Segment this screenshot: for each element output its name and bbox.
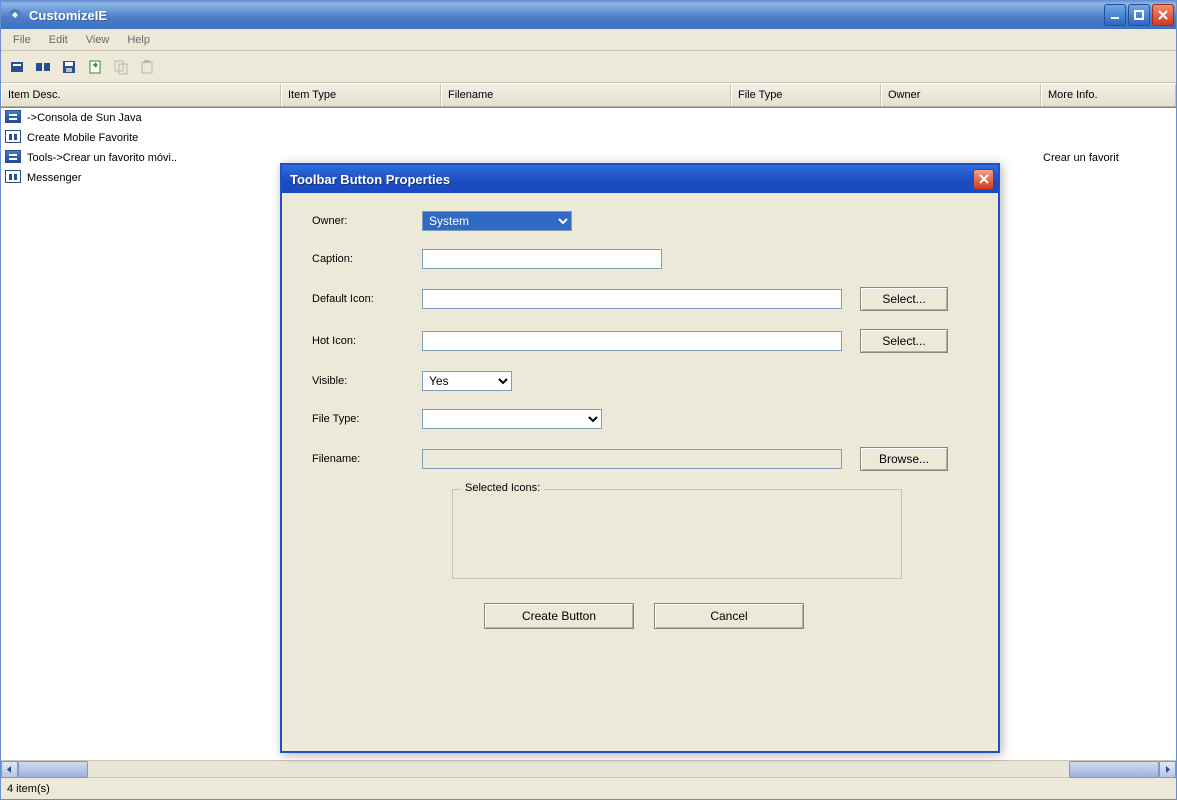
list-row[interactable]: ->Consola de Sun Java: [1, 108, 1176, 128]
hot-icon-label: Hot Icon:: [312, 335, 422, 347]
filename-label: Filename:: [312, 453, 422, 465]
copy-icon[interactable]: [111, 57, 131, 77]
item-icon: [5, 110, 21, 126]
item-desc: ->Consola de Sun Java: [25, 112, 281, 124]
dialog-title: Toolbar Button Properties: [290, 172, 973, 187]
scroll-thumb[interactable]: [1069, 761, 1159, 778]
item-desc: Messenger: [25, 172, 281, 184]
hot-icon-select-button[interactable]: Select...: [860, 329, 948, 353]
scroll-right-button[interactable]: [1159, 761, 1176, 778]
list-row[interactable]: Create Mobile Favorite: [1, 128, 1176, 148]
col-owner[interactable]: Owner: [881, 84, 1041, 106]
item-desc: Tools->Crear un favorito móvi..: [25, 152, 281, 164]
col-item-type[interactable]: Item Type: [281, 84, 441, 106]
window-title: CustomizeIE: [29, 8, 1104, 23]
col-file-type[interactable]: File Type: [731, 84, 881, 106]
titlebar: CustomizeIE: [1, 1, 1176, 29]
file-type-select[interactable]: [422, 409, 602, 429]
selected-icons-label: Selected Icons:: [461, 482, 544, 494]
h-scrollbar[interactable]: [1, 760, 1176, 777]
default-icon-select-button[interactable]: Select...: [860, 287, 948, 311]
col-item-desc[interactable]: Item Desc.: [1, 84, 281, 106]
item-icon: [5, 130, 21, 146]
item-icon: [5, 150, 21, 166]
col-more-info[interactable]: More Info.: [1041, 84, 1176, 106]
refresh-icon[interactable]: [85, 57, 105, 77]
file-type-label: File Type:: [312, 413, 422, 425]
selected-icons-group: Selected Icons:: [452, 489, 902, 579]
default-icon-input[interactable]: [422, 289, 842, 309]
menu-help[interactable]: Help: [119, 32, 158, 48]
menubar: File Edit View Help: [1, 29, 1176, 51]
create-button[interactable]: Create Button: [484, 603, 634, 629]
scroll-thumb[interactable]: [18, 761, 88, 778]
caption-input[interactable]: [422, 249, 662, 269]
item-icon: [5, 170, 21, 186]
toolbar-btn-1[interactable]: [7, 57, 27, 77]
column-headers: Item Desc. Item Type Filename File Type …: [1, 83, 1176, 107]
statusbar: 4 item(s): [1, 777, 1176, 799]
minimize-button[interactable]: [1104, 4, 1126, 26]
owner-select[interactable]: System: [422, 211, 572, 231]
menu-view[interactable]: View: [78, 32, 118, 48]
caption-label: Caption:: [312, 253, 422, 265]
browse-button[interactable]: Browse...: [860, 447, 948, 471]
hot-icon-input[interactable]: [422, 331, 842, 351]
visible-select[interactable]: Yes: [422, 371, 512, 391]
paste-icon[interactable]: [137, 57, 157, 77]
status-text: 4 item(s): [7, 783, 50, 795]
maximize-button[interactable]: [1128, 4, 1150, 26]
dialog-close-button[interactable]: [973, 169, 994, 190]
toolbar-btn-2[interactable]: [33, 57, 53, 77]
filename-input[interactable]: [422, 449, 842, 469]
menu-file[interactable]: File: [5, 32, 39, 48]
col-filename[interactable]: Filename: [441, 84, 731, 106]
default-icon-label: Default Icon:: [312, 293, 422, 305]
item-desc: Create Mobile Favorite: [25, 132, 281, 144]
owner-label: Owner:: [312, 215, 422, 227]
save-icon[interactable]: [59, 57, 79, 77]
toolbar: [1, 51, 1176, 83]
app-icon: [7, 7, 23, 23]
close-button[interactable]: [1152, 4, 1174, 26]
visible-label: Visible:: [312, 375, 422, 387]
menu-edit[interactable]: Edit: [41, 32, 76, 48]
dialog-titlebar: Toolbar Button Properties: [282, 165, 998, 193]
properties-dialog: Toolbar Button Properties Owner: System …: [280, 163, 1000, 753]
cancel-button[interactable]: Cancel: [654, 603, 804, 629]
scroll-left-button[interactable]: [1, 761, 18, 778]
item-more: Crear un favorit: [1041, 152, 1176, 164]
